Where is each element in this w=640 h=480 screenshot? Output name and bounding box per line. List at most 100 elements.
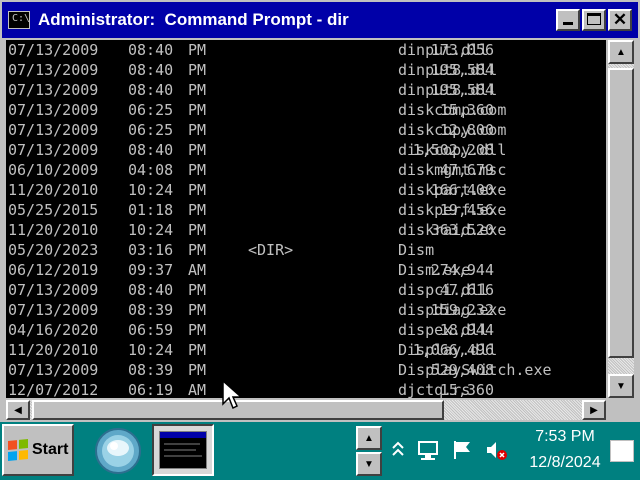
close-button[interactable]: ✕ — [608, 9, 632, 31]
chevron-up-icon[interactable] — [386, 438, 410, 462]
taskbar-scroll-up-button[interactable]: ▲ — [356, 426, 382, 450]
file-time: 06:59 — [128, 321, 174, 339]
clock-time[interactable]: 7:53 PM — [520, 428, 610, 446]
file-ampm: PM — [188, 121, 207, 139]
file-date: 07/13/2009 — [8, 121, 99, 139]
console-line: 07/13/2009 06:25 PM 12,800 diskcopy.com — [6, 120, 606, 140]
maximize-button[interactable] — [582, 9, 606, 31]
minimize-icon — [563, 22, 573, 25]
file-name: diskcopy.com — [398, 121, 507, 139]
horizontal-scrollbar[interactable]: ◀ ▶ — [6, 400, 606, 420]
file-date: 11/20/2010 — [8, 341, 99, 359]
cmd-thumbnail-icon — [159, 431, 207, 469]
vertical-scroll-thumb[interactable] — [608, 68, 634, 358]
file-name: dinput8.dll — [398, 81, 498, 99]
maximize-icon — [587, 13, 601, 25]
file-time: 08:39 — [128, 301, 174, 319]
speaker-muted-icon[interactable] — [484, 438, 508, 462]
taskbar: Start ▲ ▼ 7:53 PM 12/8/2024 — [0, 422, 640, 480]
file-time: 06:25 — [128, 121, 174, 139]
arrow-down-icon: ▼ — [616, 380, 626, 392]
file-date: 05/25/2015 — [8, 201, 99, 219]
file-name: Dism — [398, 241, 435, 259]
file-name: dinput8.dll — [398, 61, 498, 79]
console-line: 11/20/2010 10:24 PM 363,520 diskraid.exe — [6, 220, 606, 240]
scroll-down-button[interactable]: ▼ — [608, 374, 634, 398]
vertical-scrollbar[interactable]: ▲ ▼ — [608, 40, 634, 398]
network-icon[interactable] — [416, 438, 440, 462]
file-ampm: PM — [188, 301, 207, 319]
scroll-right-button[interactable]: ▶ — [582, 400, 606, 420]
file-ampm: PM — [188, 81, 207, 99]
file-time: 08:40 — [128, 41, 174, 59]
console-output[interactable]: 07/13/2009 08:40 PM 173,056 dinput.dll 07/13/… — [6, 40, 606, 398]
file-name: diskperf.exe — [398, 201, 507, 219]
clock-date[interactable]: 12/8/2024 — [520, 454, 610, 472]
console-line: 07/13/2009 08:40 PM 1,502,208 diskcopy.dll — [6, 140, 606, 160]
console-line: 07/13/2009 08:40 PM 47,616 dispci.dll — [6, 280, 606, 300]
console-line: 06/12/2019 09:37 AM 274,944 Dism.exe — [6, 260, 606, 280]
console-line: 07/13/2009 08:39 PM 159,232 dispdiag.exe — [6, 300, 606, 320]
taskbar-command-prompt-button[interactable] — [152, 424, 214, 476]
scroll-left-button[interactable]: ◀ — [6, 400, 30, 420]
file-name: dispci.dll — [398, 281, 489, 299]
file-date: 07/13/2009 — [8, 361, 99, 379]
file-date: 07/13/2009 — [8, 41, 99, 59]
file-date: 12/07/2012 — [8, 381, 99, 398]
cmd-icon[interactable]: C:\ — [8, 11, 30, 29]
file-name: Dism.exe — [398, 261, 471, 279]
file-time: 09:37 — [128, 261, 174, 279]
file-time: 08:40 — [128, 81, 174, 99]
console-line: 07/13/2009 08:40 PM 173,056 dinput.dll — [6, 40, 606, 60]
minimize-button[interactable] — [556, 9, 580, 31]
console-line: 07/13/2009 08:39 PM 529,408 DisplaySwitch.ex… — [6, 360, 606, 380]
file-time: 08:40 — [128, 141, 174, 159]
file-date: 11/20/2010 — [8, 221, 99, 239]
arrow-right-icon: ▶ — [590, 404, 598, 416]
file-time: 10:24 — [128, 181, 174, 199]
file-ampm: PM — [188, 41, 207, 59]
file-name: diskpart.exe — [398, 181, 507, 199]
file-time: 08:40 — [128, 61, 174, 79]
command-prompt-window[interactable]: C:\ Administrator: Command Prompt - dir … — [0, 0, 640, 422]
file-name: dispex.dll — [398, 321, 489, 339]
file-name: diskraid.exe — [398, 221, 507, 239]
file-name: DisplaySwitch.exe — [398, 361, 552, 379]
console-line: 04/16/2020 06:59 PM 18,944 dispex.dll — [6, 320, 606, 340]
arrow-up-icon: ▲ — [616, 46, 626, 58]
file-time: 04:08 — [128, 161, 174, 179]
file-time: 08:40 — [128, 281, 174, 299]
file-date: 07/13/2009 — [8, 281, 99, 299]
console-line: 06/10/2009 04:08 PM 47,679 diskmgmt.msc — [6, 160, 606, 180]
console-line: 05/25/2015 01:18 PM 19,456 diskperf.exe — [6, 200, 606, 220]
file-ampm: PM — [188, 281, 207, 299]
start-label: Start — [32, 441, 69, 458]
file-date: 04/16/2020 — [8, 321, 99, 339]
file-date: 07/13/2009 — [8, 101, 99, 119]
scroll-up-button[interactable]: ▲ — [608, 40, 634, 64]
file-ampm: AM — [188, 261, 207, 279]
file-name: dispdiag.exe — [398, 301, 507, 319]
mouse-cursor-icon — [222, 380, 243, 410]
file-name: Display.dll — [398, 341, 498, 359]
file-ampm: PM — [188, 201, 207, 219]
file-ampm: PM — [188, 321, 207, 339]
file-ampm: PM — [188, 181, 207, 199]
file-date: 11/20/2010 — [8, 181, 99, 199]
browser-globe-icon[interactable] — [92, 426, 144, 476]
file-size: <DIR> — [248, 241, 294, 259]
window-title: Administrator: Command Prompt - dir — [38, 10, 349, 29]
taskbar-scroll-down-button[interactable]: ▼ — [356, 452, 382, 476]
start-button[interactable]: Start — [2, 424, 74, 476]
file-time: 03:16 — [128, 241, 174, 259]
console-line: 11/20/2010 10:24 PM 166,400 diskpart.exe — [6, 180, 606, 200]
file-name: dinput.dll — [398, 41, 489, 59]
console-line: 05/20/2023 03:16 PM <DIR> Dism — [6, 240, 606, 260]
title-bar[interactable]: C:\ Administrator: Command Prompt - dir … — [2, 2, 638, 38]
flag-icon[interactable] — [450, 438, 474, 462]
keyboard-icon[interactable] — [610, 440, 634, 462]
file-ampm: PM — [188, 221, 207, 239]
file-date: 07/13/2009 — [8, 81, 99, 99]
file-ampm: PM — [188, 341, 207, 359]
resize-grip[interactable] — [610, 400, 636, 420]
